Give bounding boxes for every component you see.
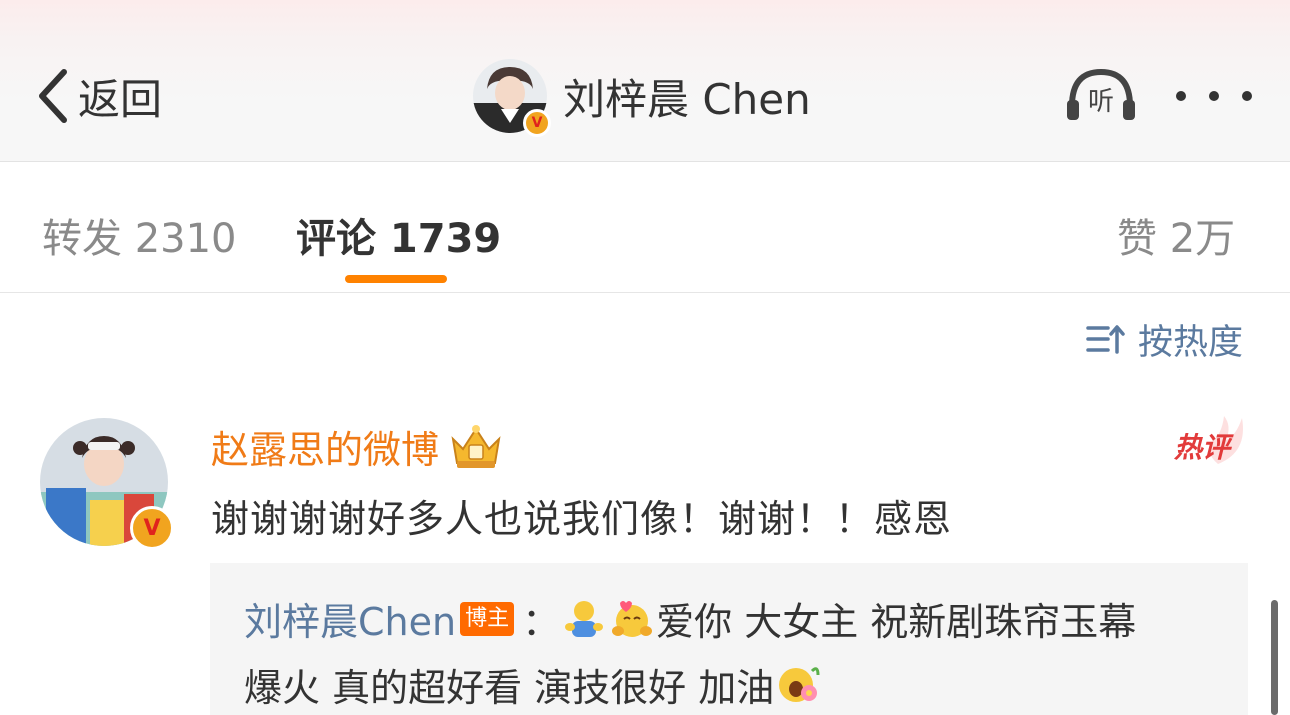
reply-username[interactable]: 刘梓晨Chen	[244, 591, 456, 646]
top-nav-bar: 返回 V 刘梓晨 Chen 听	[0, 0, 1290, 162]
page-title: 刘梓晨 Chen	[563, 74, 811, 124]
listen-button[interactable]: 听	[1064, 66, 1138, 124]
verified-badge-icon: V	[130, 506, 174, 550]
more-dot-icon	[1209, 91, 1219, 101]
listen-label: 听	[1088, 87, 1114, 117]
reply-line: 刘梓晨Chen 博主 ： 爱你 大女主 祝新剧珠帘玉幕	[244, 591, 1136, 646]
reply-separator: ：	[522, 600, 561, 644]
reply-text-line1: 爱你 大女主 祝新剧珠帘玉幕	[656, 600, 1137, 644]
tab-comments[interactable]: 评论 1739	[296, 206, 501, 264]
verified-badge-icon: V	[523, 109, 551, 137]
scrollbar[interactable]	[1271, 600, 1278, 715]
reply-text-line2: 爆火 真的超好看 演技很好 加油	[244, 666, 775, 710]
sort-label: 按热度	[1138, 322, 1244, 363]
love-hug-emoji-icon	[612, 600, 653, 637]
more-dot-icon	[1242, 91, 1252, 101]
back-label: 返回	[78, 74, 163, 124]
active-tab-indicator	[345, 275, 447, 283]
avatar[interactable]: V	[473, 59, 551, 137]
headphones-icon: 听	[1067, 68, 1135, 120]
crown-badge-icon	[451, 425, 501, 468]
back-button[interactable]: 返回	[34, 66, 162, 126]
tab-bar: 转发 2310 评论 1739 赞 2万	[0, 162, 1290, 293]
more-dot-icon	[1176, 91, 1186, 101]
sort-by-hot-button[interactable]: 按热度	[1086, 316, 1244, 363]
author-title[interactable]: V 刘梓晨 Chen	[473, 58, 811, 137]
comment-username-text: 赵露思的微博	[211, 427, 440, 472]
comment-text: 谢谢谢谢好多人也说我们像！谢谢！！感恩	[211, 497, 953, 541]
flower-smile-emoji-icon	[779, 666, 820, 702]
comment-username[interactable]: 赵露思的微博	[211, 420, 505, 472]
hot-comment-badge: 热评	[1168, 412, 1250, 468]
sort-icon	[1086, 325, 1125, 354]
hug-emoji-icon	[565, 600, 604, 637]
reply-box[interactable]: 刘梓晨Chen 博主 ： 爱你 大女主 祝新剧珠帘玉幕 爆火 真的超好看 演技很…	[210, 563, 1248, 715]
tab-reposts[interactable]: 转发 2310	[42, 206, 237, 264]
author-badge: 博主	[460, 601, 515, 636]
chevron-left-icon	[39, 69, 67, 123]
avatar[interactable]: V	[40, 418, 174, 550]
more-options-button[interactable]	[1176, 82, 1252, 110]
tab-likes[interactable]: 赞 2万	[1117, 206, 1235, 264]
reply-line: 爆火 真的超好看 演技很好 加油	[244, 657, 822, 712]
hot-comment-label: 热评	[1174, 431, 1231, 464]
